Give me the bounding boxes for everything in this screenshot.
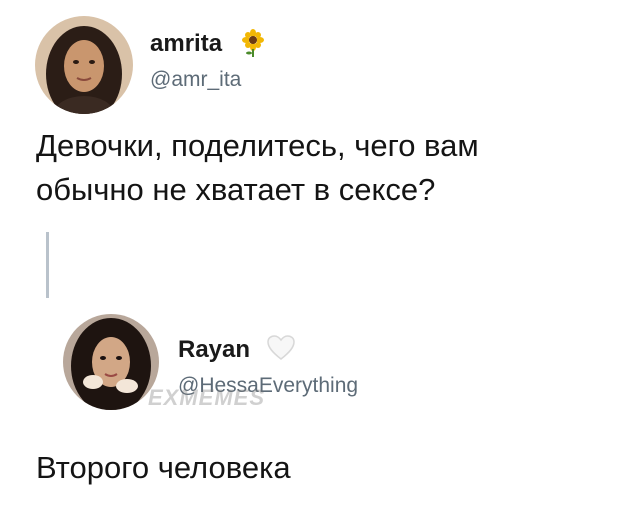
avatar-photo bbox=[35, 16, 133, 114]
reply-author-name[interactable]: Rayan bbox=[178, 336, 250, 364]
author-handle[interactable]: @amr_ita bbox=[150, 68, 241, 92]
author-name[interactable]: amrita bbox=[150, 30, 222, 58]
white-heart-icon bbox=[266, 334, 296, 362]
avatar-amrita[interactable] bbox=[35, 16, 133, 114]
thread-connector-line bbox=[46, 232, 49, 298]
reply-text: Второго человека bbox=[36, 450, 291, 485]
tweet-text: Девочки, поделитесь, чего вам обычно не … bbox=[36, 124, 479, 212]
tweet-text-line1: Девочки, поделитесь, чего вам bbox=[36, 128, 479, 163]
tweet-text-line2: обычно не хватает в сексе? bbox=[36, 172, 436, 207]
avatar-photo bbox=[63, 314, 159, 410]
watermark: EXMEMES bbox=[148, 385, 266, 410]
avatar-rayan[interactable] bbox=[63, 314, 159, 410]
sunflower-icon bbox=[240, 28, 266, 58]
